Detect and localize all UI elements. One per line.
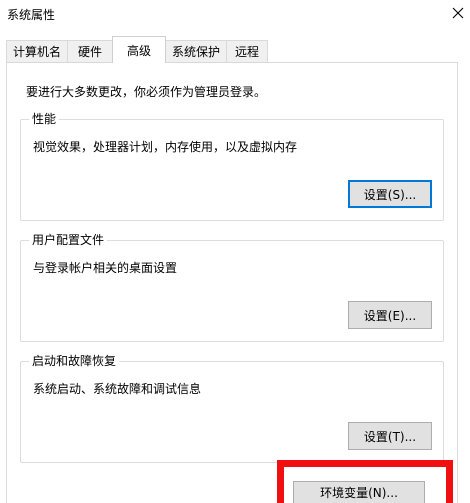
startup-recovery-description: 系统启动、系统故障和调试信息 — [33, 382, 202, 396]
performance-description: 视觉效果，处理器计划，内存使用，以及虚拟内存 — [33, 140, 298, 154]
startup-recovery-settings-button[interactable]: 设置(T)... — [348, 422, 432, 450]
close-button[interactable] — [446, 2, 470, 24]
highlight-box — [277, 460, 453, 503]
tab-advanced[interactable]: 高级 — [112, 36, 166, 63]
performance-group-label: 性能 — [29, 111, 60, 127]
tab-remote[interactable]: 远程 — [226, 40, 268, 62]
performance-settings-button[interactable]: 设置(S)... — [348, 180, 432, 208]
startup-recovery-group-label: 启动和故障恢复 — [29, 353, 120, 369]
tab-hardware[interactable]: 硬件 — [67, 40, 113, 62]
tab-computer-name[interactable]: 计算机名 — [6, 40, 68, 62]
admin-note: 要进行大多数更改，你必须作为管理员登录。 — [26, 85, 267, 99]
close-icon — [452, 7, 464, 19]
user-profiles-group-label: 用户配置文件 — [29, 232, 108, 248]
user-profiles-settings-button[interactable]: 设置(E)... — [348, 301, 432, 329]
system-properties-window: 系统属性 计算机名 硬件 高级 系统保护 远程 要进行大多数更改，你必须作为管理… — [0, 0, 470, 503]
window-title: 系统属性 — [7, 8, 56, 22]
tab-system-protection[interactable]: 系统保护 — [165, 40, 227, 62]
user-profiles-description: 与登录帐户相关的桌面设置 — [33, 261, 178, 275]
